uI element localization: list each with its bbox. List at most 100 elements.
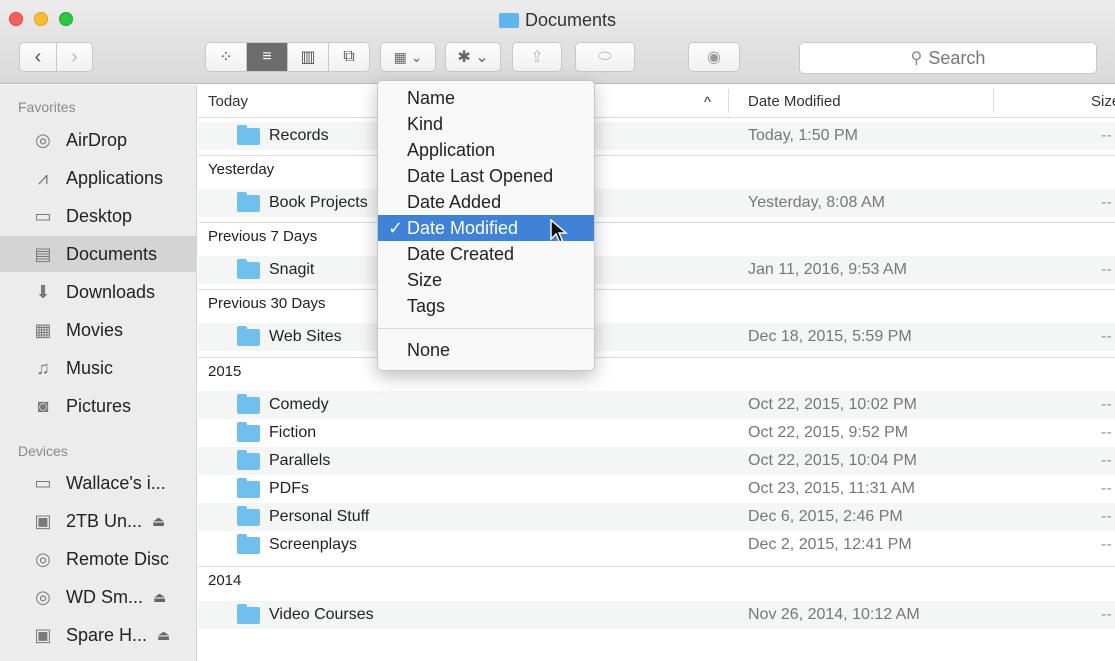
table-row[interactable]: Video Courses Nov 26, 2014, 10:12 AM --: [198, 601, 1115, 629]
table-row[interactable]: Records Today, 1:50 PM --: [198, 122, 1115, 150]
tags-button[interactable]: ⬭: [575, 42, 635, 72]
arrange-button[interactable]: ▦ ⌄: [380, 42, 436, 72]
chevron-left-icon: ‹: [34, 45, 42, 68]
column-header-size[interactable]: Size: [1091, 93, 1115, 110]
eject-icon[interactable]: ⏏: [157, 627, 170, 644]
menu-item-size[interactable]: Size: [378, 267, 594, 293]
forward-button[interactable]: ›: [56, 43, 92, 71]
sort-direction-icon: ^: [704, 94, 712, 111]
folder-icon: [237, 478, 260, 498]
sidebar-heading-devices: Devices: [18, 443, 68, 459]
file-size: --: [1101, 536, 1112, 553]
laptop-icon: ▭: [34, 472, 52, 493]
table-row[interactable]: Web Sites Dec 18, 2015, 5:59 PM --: [198, 323, 1115, 351]
column-divider[interactable]: [993, 89, 994, 113]
sidebar-item-label: Spare H...: [66, 624, 148, 645]
sidebar: Favorites ◎ AirDrop ⩘ Applications ▭ Des…: [0, 85, 197, 661]
mouse-pointer-icon: [550, 219, 568, 243]
pictures-icon: ◙: [37, 395, 49, 416]
file-name: Personal Stuff: [269, 508, 370, 525]
file-name: Comedy: [269, 396, 329, 413]
folder-icon: [237, 534, 260, 554]
sidebar-item-label: Desktop: [66, 205, 133, 226]
movies-icon: ▦: [34, 319, 52, 340]
sidebar-item-documents[interactable]: ▤ Documents: [0, 236, 196, 272]
table-row[interactable]: Screenplays Dec 2, 2015, 12:41 PM --: [198, 531, 1115, 559]
file-size: --: [1101, 606, 1112, 623]
search-placeholder: Search: [928, 47, 986, 68]
menu-item-tags[interactable]: Tags: [378, 293, 594, 319]
action-button[interactable]: ✱ ⌄: [445, 42, 501, 72]
eject-icon[interactable]: ⏏: [153, 589, 166, 606]
arrange-icon: ▦ ⌄: [393, 48, 423, 65]
table-row[interactable]: Snagit Jan 11, 2016, 9:53 AM --: [198, 256, 1115, 284]
folder-icon: [237, 422, 260, 442]
sidebar-item-applications[interactable]: ⩘ Applications: [0, 160, 196, 196]
window-toolbar: Documents ‹ › ⁘ ≡ ▥ ⧉ ▦ ⌄ ✱ ⌄ ⇪ ⬭ ◉ ⚲ Se…: [0, 0, 1115, 84]
column-header-date-modified[interactable]: Date Modified: [748, 93, 841, 110]
menu-item-date-last-opened[interactable]: Date Last Opened: [378, 163, 594, 189]
table-row[interactable]: Book Projects Yesterday, 8:08 AM --: [198, 189, 1115, 217]
file-name: PDFs: [269, 480, 309, 497]
column-header-name[interactable]: Today: [208, 93, 248, 110]
sidebar-item-pictures[interactable]: ◙ Pictures: [0, 388, 196, 424]
file-size: --: [1101, 127, 1112, 144]
sidebar-item-device[interactable]: ▣ 2TB Un... ⏏: [0, 503, 196, 539]
column-view-button[interactable]: ▥: [287, 43, 328, 71]
column-header-row: Today ^ Date Modified Size: [198, 85, 1115, 118]
menu-item-label: Date Modified: [407, 218, 519, 238]
sidebar-item-music[interactable]: ♫ Music: [0, 350, 196, 386]
sidebar-item-airdrop[interactable]: ◎ AirDrop: [0, 122, 196, 158]
sidebar-item-label: Downloads: [66, 281, 156, 302]
sidebar-heading-favorites: Favorites: [18, 99, 76, 115]
file-date: Dec 18, 2015, 5:59 PM: [748, 328, 912, 345]
sidebar-item-downloads[interactable]: ⬇ Downloads: [0, 274, 196, 310]
sidebar-item-desktop[interactable]: ▭ Desktop: [0, 198, 196, 234]
menu-item-none[interactable]: None: [378, 337, 594, 363]
column-divider[interactable]: [728, 89, 729, 113]
search-icon: ⚲: [910, 50, 923, 67]
file-name: Snagit: [269, 261, 315, 278]
gear-icon: ✱ ⌄: [457, 49, 489, 66]
quick-look-button[interactable]: ◉: [688, 42, 740, 72]
sidebar-item-label: Pictures: [66, 395, 132, 416]
menu-item-name[interactable]: Name: [378, 85, 594, 111]
sidebar-item-device[interactable]: ▣ Spare H... ⏏: [0, 617, 196, 653]
file-list: Today ^ Date Modified Size Records Today…: [198, 85, 1115, 661]
folder-icon: [237, 450, 260, 470]
sidebar-item-device[interactable]: ▭ Wallace's i...: [0, 465, 196, 501]
list-view-button[interactable]: ≡: [246, 43, 287, 71]
airdrop-icon: ◎: [35, 129, 51, 150]
menu-item-date-added[interactable]: Date Added: [378, 189, 594, 215]
file-size: --: [1101, 396, 1112, 413]
file-size: --: [1101, 194, 1112, 211]
sidebar-item-label: Movies: [66, 319, 124, 340]
sidebar-item-label: Applications: [66, 167, 164, 188]
file-name: Fiction: [269, 424, 317, 441]
table-row[interactable]: Parallels Oct 22, 2015, 10:04 PM --: [198, 447, 1115, 475]
cover-flow-button[interactable]: ⧉: [328, 43, 369, 71]
file-date: Oct 22, 2015, 10:04 PM: [748, 452, 917, 469]
icon-view-button[interactable]: ⁘: [206, 43, 246, 71]
menu-item-application[interactable]: Application: [378, 137, 594, 163]
chevron-right-icon: ›: [71, 45, 78, 68]
search-input[interactable]: ⚲ Search: [799, 42, 1097, 74]
menu-item-kind[interactable]: Kind: [378, 111, 594, 137]
table-row[interactable]: Personal Stuff Dec 6, 2015, 2:46 PM --: [198, 503, 1115, 531]
sidebar-item-movies[interactable]: ▦ Movies: [0, 312, 196, 348]
sidebar-item-device[interactable]: ◎ WD Sm... ⏏: [0, 579, 196, 615]
table-row[interactable]: Fiction Oct 22, 2015, 9:52 PM --: [198, 419, 1115, 447]
folder-icon: [237, 192, 260, 212]
eject-icon[interactable]: ⏏: [152, 513, 165, 530]
table-row[interactable]: Comedy Oct 22, 2015, 10:02 PM --: [198, 391, 1115, 419]
table-row[interactable]: PDFs Oct 23, 2015, 11:31 AM --: [198, 475, 1115, 503]
view-mode-group: ⁘ ≡ ▥ ⧉: [205, 42, 370, 72]
downloads-icon: ⬇: [35, 281, 51, 302]
back-button[interactable]: ‹: [20, 43, 56, 71]
disc-icon: ◎: [35, 548, 51, 569]
group-header: Previous 30 Days: [198, 289, 1115, 316]
share-button[interactable]: ⇪: [512, 42, 562, 72]
file-name: Screenplays: [269, 536, 358, 553]
sidebar-item-device[interactable]: ◎ Remote Disc: [0, 541, 196, 577]
menu-separator: [378, 328, 594, 329]
